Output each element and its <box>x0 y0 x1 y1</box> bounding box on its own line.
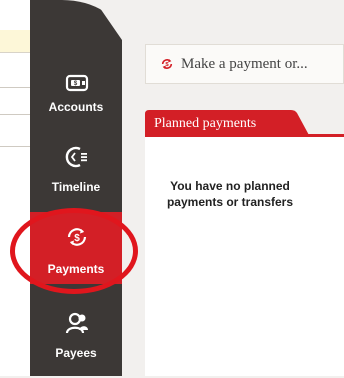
highlight-circle <box>10 208 138 294</box>
tab-planned-payments[interactable]: Planned payments <box>145 110 310 137</box>
make-payment-button[interactable]: $ Make a payment or... <box>145 44 344 84</box>
panel-top-border <box>145 134 344 137</box>
payees-icon <box>64 310 90 336</box>
left-panel <box>0 0 30 376</box>
payments-icon: $ <box>160 57 174 71</box>
nav-label-timeline: Timeline <box>51 180 101 194</box>
planned-payments-panel <box>145 134 344 376</box>
wallet-icon: $ <box>64 70 90 96</box>
nav-label-accounts: Accounts <box>48 100 104 114</box>
make-payment-label: Make a payment or... <box>181 55 308 72</box>
divider <box>0 87 30 88</box>
timeline-icon <box>64 144 90 170</box>
nav-label-payees: Payees <box>55 346 97 360</box>
divider <box>0 146 30 147</box>
nav-item-payees[interactable]: Payees <box>30 298 122 378</box>
divider <box>0 114 30 115</box>
left-highlight-strip <box>0 30 30 53</box>
nav-item-accounts[interactable]: $ Accounts <box>30 60 122 140</box>
empty-state-message: You have no planned payments or transfer… <box>166 179 294 209</box>
tab-label: Planned payments <box>154 116 257 131</box>
